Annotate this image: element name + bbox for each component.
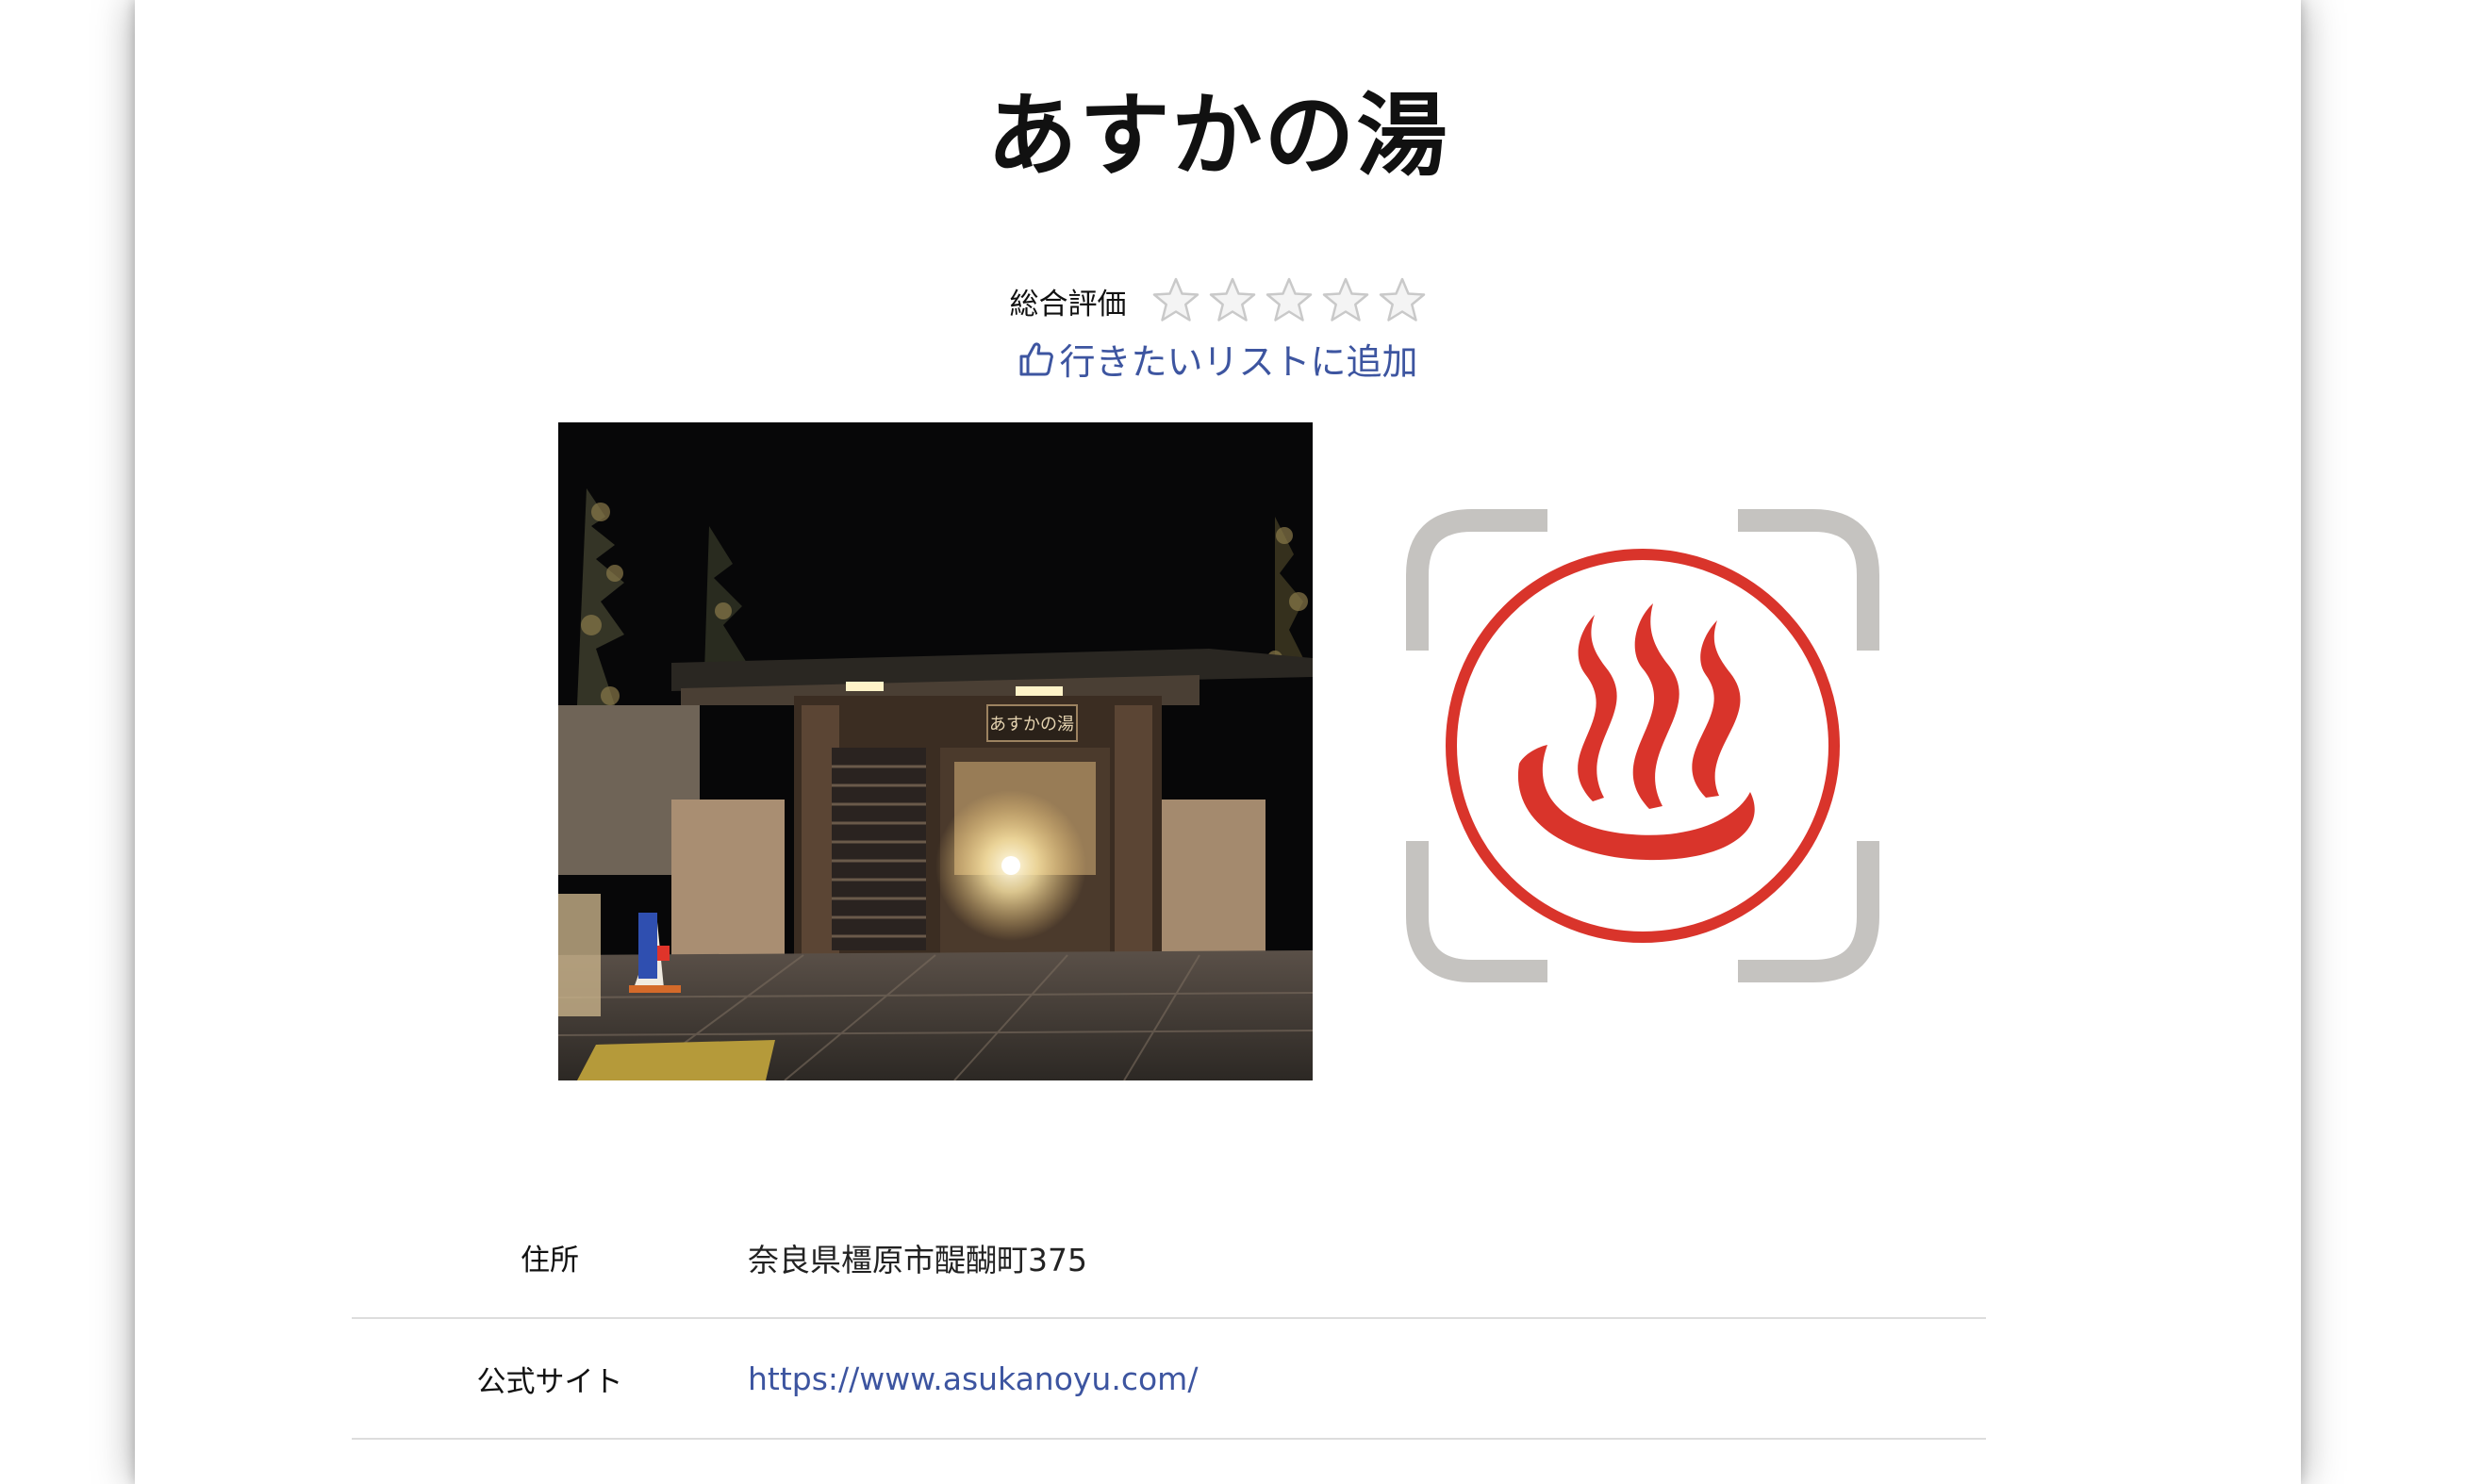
- add-to-wishlist-link[interactable]: 行きたいリストに追加: [135, 333, 2301, 385]
- official-website-link[interactable]: https://www.asukanoyu.com/: [748, 1360, 1198, 1397]
- address-value: 奈良県橿原市醍醐町375: [748, 1241, 1087, 1278]
- gate-sign: あすかの湯: [989, 715, 1074, 734]
- star-outline-icon[interactable]: [1321, 276, 1370, 325]
- hot-spring-icon: [1406, 509, 1879, 982]
- page-title: あすかの湯: [986, 83, 1449, 189]
- facility-photo: あすかの湯: [558, 422, 1313, 1080]
- thumbs-up-icon: [1019, 341, 1054, 375]
- facility-photo-image: あすかの湯: [558, 422, 1313, 1080]
- info-row-website: 公式サイト https://www.asukanoyu.com/: [352, 1318, 1986, 1439]
- info-row-address: 住所 奈良県橿原市醍醐町375: [352, 1197, 1986, 1318]
- star-outline-icon[interactable]: [1208, 276, 1257, 325]
- rating-row: 総合評価: [135, 276, 2301, 325]
- website-label: 公式サイト: [476, 1364, 623, 1399]
- wishlist-label: 行きたいリストに追加: [1059, 341, 1418, 383]
- address-label: 住所: [521, 1244, 579, 1278]
- star-outline-icon[interactable]: [1265, 276, 1314, 325]
- star-outline-icon[interactable]: [1378, 276, 1427, 325]
- star-outline-icon[interactable]: [1151, 276, 1200, 325]
- rating-stars: [1151, 276, 1427, 325]
- rating-label: 総合評価: [1009, 287, 1127, 322]
- page-container: あすかの湯 総合評価 行きたいリストに追加 あすかの湯 住所 奈良県橿原市醍醐町…: [135, 0, 2301, 1484]
- info-table: 住所 奈良県橿原市醍醐町375 公式サイト https://www.asukan…: [352, 1197, 1986, 1440]
- website-value-cell: https://www.asukanoyu.com/: [748, 1318, 1986, 1439]
